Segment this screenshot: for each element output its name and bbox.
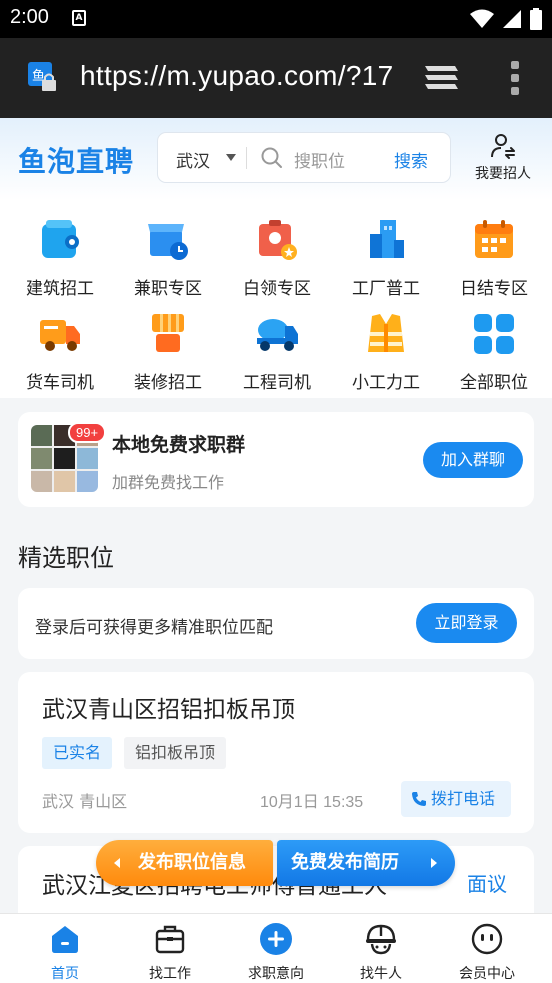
briefcase-icon: [155, 925, 185, 954]
tab-home[interactable]: 首页: [10, 922, 120, 983]
category-label: 白领专区: [243, 279, 311, 299]
group-title: 本地免费求职群: [112, 434, 246, 456]
category-label: 建筑招工: [26, 279, 94, 299]
category-label: 工厂普工: [352, 279, 420, 299]
job-time: 10月1日 15:35: [260, 794, 364, 811]
recruit-button[interactable]: 我要招人: [468, 132, 538, 183]
call-button-label: 拨打电话: [431, 789, 496, 808]
wifi-icon: [470, 9, 494, 28]
category-factory[interactable]: 工厂普工: [334, 218, 438, 299]
arrow-left-icon: [114, 858, 120, 868]
tab-job-intent[interactable]: 求职意向: [221, 922, 331, 983]
job-title[interactable]: 武汉青山区招铝扣板吊顶: [42, 690, 295, 724]
tab-find-talent[interactable]: 找牛人: [326, 922, 436, 983]
arrow-right-icon: [431, 858, 437, 868]
post-resume-button[interactable]: 免费发布简历: [277, 840, 455, 886]
search-button[interactable]: 搜索: [394, 147, 428, 172]
verified-tag: 已实名: [42, 737, 113, 769]
login-prompt-card: 登录后可获得更多精准职位匹配 立即登录: [18, 588, 534, 659]
status-time: 2:00: [10, 6, 49, 28]
helmet-icon: [42, 220, 79, 258]
search-input[interactable]: 搜职位: [294, 147, 345, 172]
category-laborer[interactable]: 小工力工: [334, 312, 438, 393]
truck-icon: [40, 320, 80, 351]
job-card[interactable]: 武汉青山区招铝扣板吊顶 已实名 铝扣板吊顶 武汉 青山区 10月1日 15:35…: [18, 672, 534, 833]
category-daily[interactable]: 日结专区: [442, 218, 546, 299]
page-header: 鱼泡直聘 武汉 搜职位 搜索 我要招人: [0, 118, 552, 200]
id-badge-icon: [259, 220, 297, 260]
tabs-icon[interactable]: [423, 62, 459, 94]
post-job-label: 发布职位信息: [138, 852, 246, 873]
browser-url-bar: 鱼 https://m.yupao.com/?17: [0, 38, 552, 118]
category-engineering-driver[interactable]: 工程司机: [225, 312, 329, 393]
category-all[interactable]: 全部职位: [442, 312, 546, 393]
tab-label: 求职意向: [248, 966, 304, 982]
login-prompt-text: 登录后可获得更多精准职位匹配: [35, 618, 273, 638]
city-selector[interactable]: 武汉: [176, 147, 210, 172]
status-icons: [470, 8, 542, 30]
chevron-down-icon: [226, 154, 236, 161]
post-job-button[interactable]: 发布职位信息: [96, 840, 273, 886]
signal-icon: [503, 10, 521, 28]
section-title: 精选职位: [18, 544, 114, 572]
divider: [246, 147, 247, 169]
category-label: 小工力工: [352, 373, 420, 393]
category-label: 工程司机: [243, 373, 311, 393]
job-salary: 面议: [467, 872, 507, 896]
search-icon: [261, 147, 282, 168]
smile-icon: [471, 923, 503, 955]
overflow-menu-icon[interactable]: [508, 60, 522, 96]
site-logo[interactable]: 鱼泡直聘: [18, 140, 134, 180]
category-grid: 建筑招工 兼职专区 白领专区 工厂普工 日结专区 货车司机 装修招工 工程司机 …: [0, 200, 552, 398]
category-label: 全部职位: [460, 373, 528, 393]
site-lock-icon[interactable]: 鱼: [28, 62, 58, 92]
tab-member-center[interactable]: 会员中心: [432, 922, 542, 983]
category-truck-driver[interactable]: 货车司机: [8, 312, 112, 393]
status-bar: 2:00 A: [0, 0, 552, 38]
recruit-label: 我要招人: [475, 166, 531, 182]
user-switch-icon: [491, 134, 515, 159]
unread-badge: 99+: [68, 422, 107, 443]
job-type-tag: 铝扣板吊顶: [124, 737, 227, 769]
battery-icon: [530, 8, 542, 30]
category-decoration[interactable]: 装修招工: [116, 312, 220, 393]
join-group-button[interactable]: 加入群聊: [423, 442, 523, 478]
category-label: 日结专区: [460, 279, 528, 299]
calendar-icon: [475, 220, 513, 258]
tab-label: 首页: [51, 966, 79, 982]
search-bar[interactable]: 武汉 搜职位 搜索: [157, 132, 451, 183]
tab-label: 找工作: [149, 966, 191, 982]
post-resume-label: 免费发布简历: [291, 852, 399, 873]
mixer-truck-icon: [257, 319, 298, 351]
login-button[interactable]: 立即登录: [416, 603, 517, 643]
tab-find-job[interactable]: 找工作: [115, 922, 225, 983]
home-icon: [52, 926, 78, 953]
factory-icon: [370, 220, 404, 258]
phone-icon: [412, 792, 426, 806]
vest-icon: [368, 314, 404, 352]
paint-roller-icon: [152, 314, 184, 352]
plus-circle-icon: [260, 923, 292, 955]
notification-icon: A: [72, 10, 86, 26]
grid-icon: [474, 314, 514, 354]
tab-label: 会员中心: [459, 966, 515, 982]
job-location: 武汉 青山区: [42, 792, 128, 811]
bottom-tab-bar: 首页 找工作 求职意向 找牛人 会员中心: [0, 913, 552, 983]
category-label: 装修招工: [134, 373, 202, 393]
group-subtitle: 加群免费找工作: [112, 473, 225, 492]
category-parttime[interactable]: 兼职专区: [116, 218, 220, 299]
category-label: 兼职专区: [134, 279, 202, 299]
category-label: 货车司机: [26, 373, 94, 393]
call-button[interactable]: 拨打电话: [401, 781, 511, 817]
category-construction[interactable]: 建筑招工: [8, 218, 112, 299]
job-group-card[interactable]: 99+ 本地免费求职群 加群免费找工作 加入群聊: [18, 412, 534, 507]
store-clock-icon: [148, 224, 188, 260]
category-whitecollar[interactable]: 白领专区: [225, 218, 329, 299]
tab-label: 找牛人: [360, 966, 402, 982]
url-text[interactable]: https://m.yupao.com/?17: [80, 60, 394, 92]
worker-helmet-icon: [366, 924, 396, 955]
